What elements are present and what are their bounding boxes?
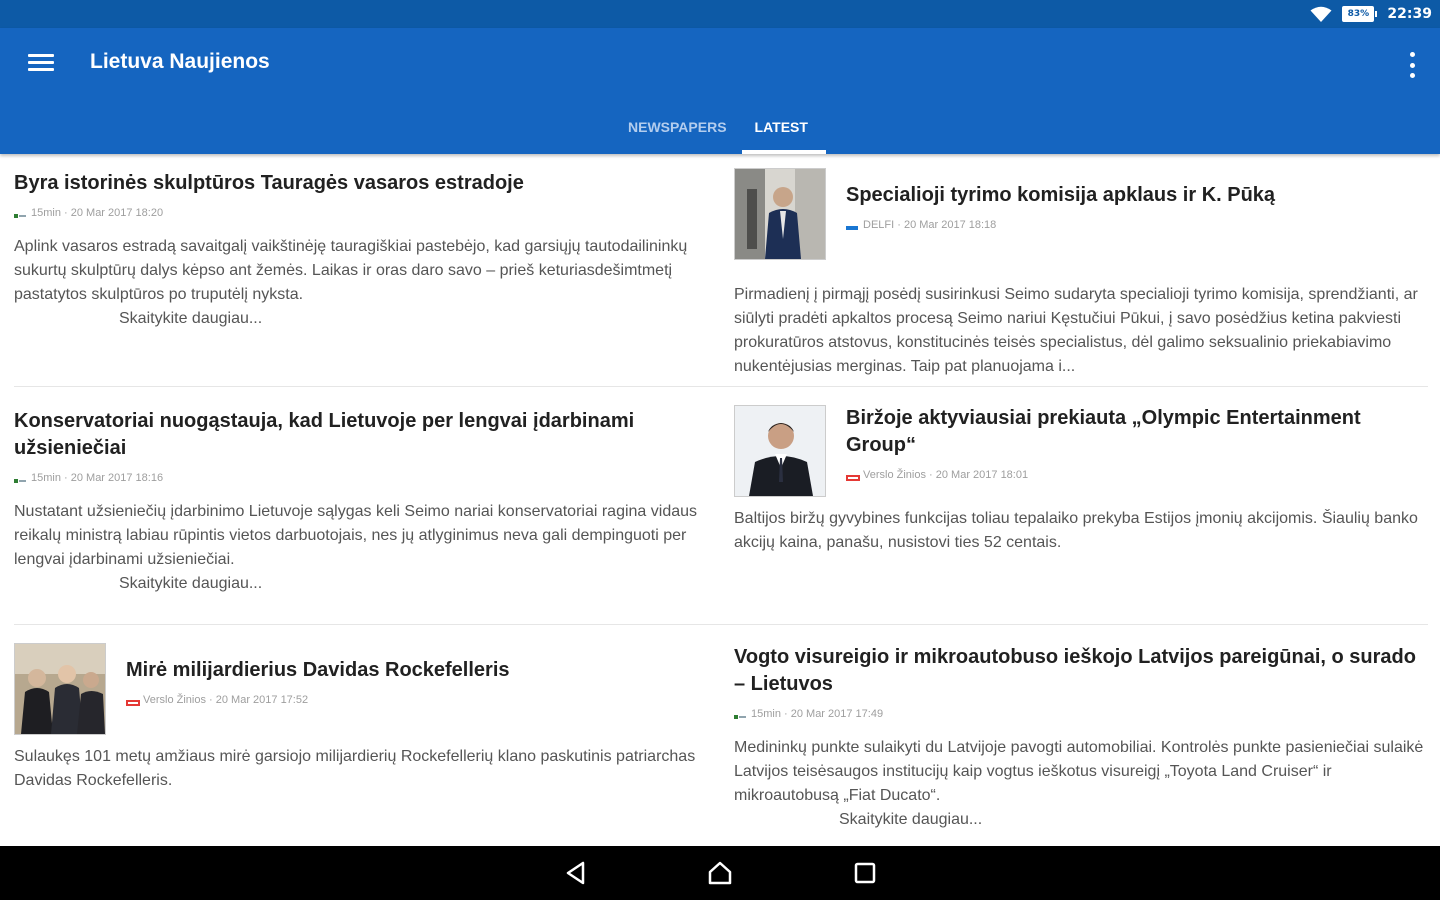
- row-divider: [14, 624, 1428, 625]
- battery-level: 83%: [1342, 6, 1375, 22]
- article-card[interactable]: Byra istorinės skulptūros Tauragės vasar…: [14, 170, 704, 331]
- article-summary: Sulaukęs 101 metų amžiaus mirė garsiojo …: [14, 748, 696, 789]
- source-logo-icon: [14, 210, 26, 218]
- article-summary: Medininkų punkte sulaikyti du Latvijoje …: [734, 739, 1424, 804]
- article-meta: Verslo Žinios · 20 Mar 2017 18:01: [846, 469, 1426, 481]
- article-meta: 15min · 20 Mar 2017 18:20: [14, 207, 704, 219]
- home-icon[interactable]: [706, 859, 734, 887]
- article-summary: Pirmadienį į pirmąjį posėdį susirinkusi …: [734, 286, 1418, 375]
- article-source-date: DELFI · 20 Mar 2017 18:18: [863, 219, 997, 231]
- article-source-date: 15min · 20 Mar 2017 18:20: [31, 207, 164, 219]
- system-nav-bar: [0, 846, 1440, 900]
- article-title[interactable]: Specialioji tyrimo komisija apklaus ir K…: [846, 182, 1426, 209]
- article-title[interactable]: Vogto visureigio ir mikroautobuso ieškoj…: [734, 644, 1428, 698]
- article-card[interactable]: Konservatoriai nuogąstauja, kad Lietuvoj…: [14, 408, 704, 596]
- clock: 22:39: [1387, 6, 1432, 22]
- article-source-date: 15min · 20 Mar 2017 18:16: [31, 472, 164, 484]
- article-card[interactable]: Vogto visureigio ir mikroautobuso ieškoj…: [734, 644, 1428, 832]
- source-logo-icon: [126, 697, 140, 706]
- article-title[interactable]: Mirė milijardierius Davidas Rockefelleri…: [126, 657, 702, 684]
- battery-icon: 83%: [1342, 6, 1378, 22]
- source-logo-icon: [14, 475, 26, 483]
- article-title[interactable]: Konservatoriai nuogąstauja, kad Lietuvoj…: [14, 408, 704, 462]
- status-bar: 83% 22:39: [0, 0, 1440, 28]
- status-icons: 83% 22:39: [1310, 4, 1432, 24]
- tab-latest[interactable]: LATEST: [741, 116, 822, 154]
- article-title[interactable]: Biržoje aktyviausiai prekiauta „Olympic …: [846, 405, 1426, 459]
- read-more-link[interactable]: Skaitykite daugiau...: [119, 307, 704, 331]
- wifi-icon: [1310, 6, 1332, 23]
- more-options-icon[interactable]: [1406, 52, 1418, 78]
- app-bar: Lietuva Naujienos NEWSPAPERS LATEST: [0, 28, 1440, 154]
- article-title[interactable]: Byra istorinės skulptūros Tauragės vasar…: [14, 170, 704, 197]
- article-thumbnail[interactable]: [14, 643, 106, 735]
- article-meta: 15min · 20 Mar 2017 18:16: [14, 472, 704, 484]
- tab-bar: NEWSPAPERS LATEST: [614, 116, 822, 154]
- read-more-link[interactable]: Skaitykite daugiau...: [119, 572, 704, 596]
- article-thumbnail[interactable]: [734, 405, 826, 497]
- source-logo-icon: [846, 472, 860, 481]
- article-source-date: Verslo Žinios · 20 Mar 2017 17:52: [143, 694, 309, 706]
- source-logo-icon: [734, 711, 746, 719]
- app-title: Lietuva Naujienos: [90, 50, 270, 73]
- back-icon[interactable]: [563, 859, 591, 887]
- article-summary: Aplink vasaros estradą savaitgalį vaikšt…: [14, 238, 688, 303]
- article-meta: Verslo Žinios · 20 Mar 2017 17:52: [126, 694, 702, 706]
- article-thumbnail[interactable]: [734, 168, 826, 260]
- article-summary: Nustatant užsieniečių įdarbinimo Lietuvo…: [14, 503, 698, 568]
- row-divider: [14, 386, 1428, 387]
- article-summary: Baltijos biržų gyvybines funkcijas tolia…: [734, 510, 1418, 551]
- recent-apps-icon[interactable]: [851, 859, 879, 887]
- hamburger-menu-icon[interactable]: [28, 50, 54, 76]
- tab-newspapers[interactable]: NEWSPAPERS: [614, 116, 741, 154]
- news-list[interactable]: Byra istorinės skulptūros Tauragės vasar…: [0, 154, 1440, 846]
- article-source-date: Verslo Žinios · 20 Mar 2017 18:01: [863, 469, 1029, 481]
- source-logo-icon: [846, 222, 858, 230]
- article-source-date: 15min · 20 Mar 2017 17:49: [751, 708, 884, 720]
- article-meta: 15min · 20 Mar 2017 17:49: [734, 708, 1428, 720]
- read-more-link[interactable]: Skaitykite daugiau...: [839, 808, 1428, 832]
- article-meta: DELFI · 20 Mar 2017 18:18: [846, 219, 1426, 231]
